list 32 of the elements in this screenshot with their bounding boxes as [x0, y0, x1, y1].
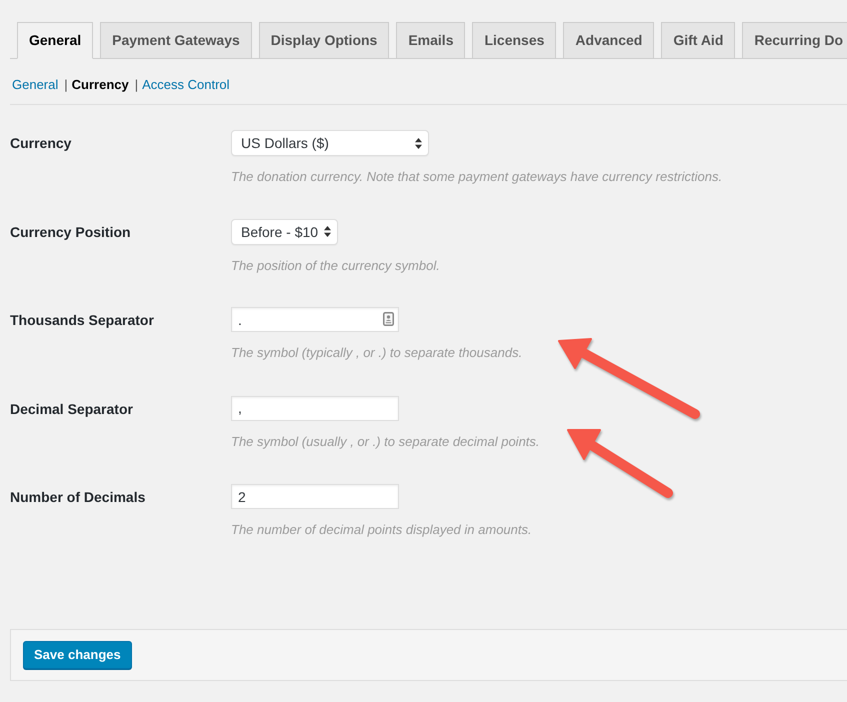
field-description: The symbol (usually , or .) to separate decimal points. [231, 432, 540, 450]
text-input[interactable]: . [231, 307, 399, 332]
text-input[interactable]: 2 [231, 484, 399, 509]
field-description: The donation currency. Note that some payment gateways have currency restrictions. [231, 168, 722, 186]
field-label: Thousands Separator [10, 311, 154, 330]
field-description: The symbol (typically , or .) to separate thousands. [231, 344, 522, 362]
subnav-link[interactable]: Currency [72, 76, 129, 94]
field-description: The position of the currency symbol. [231, 256, 440, 274]
dropdown-select[interactable]: Before - $10 [231, 218, 338, 244]
settings-tab[interactable]: Licenses [472, 22, 556, 59]
settings-tab[interactable]: Emails [396, 22, 466, 59]
settings-tab[interactable]: Advanced [563, 22, 654, 59]
settings-tab[interactable]: Gift Aid [661, 22, 736, 59]
subnav-divider: | [134, 76, 138, 94]
settings-tab[interactable]: Recurring Do [742, 22, 847, 59]
field-label: Decimal Separator [10, 400, 133, 419]
save-button[interactable]: Save changes [23, 640, 132, 668]
updown-arrows-icon [415, 138, 422, 148]
updown-arrows-icon [324, 226, 331, 237]
field-label: Currency [10, 134, 72, 153]
settings-tab[interactable]: Payment Gateways [100, 22, 252, 59]
contact-card-icon [383, 312, 394, 326]
subnav-link[interactable]: General [12, 76, 58, 94]
dropdown-select[interactable]: US Dollars ($) [231, 130, 429, 156]
settings-tab[interactable]: General [17, 22, 94, 59]
field-label: Currency Position [10, 222, 131, 242]
field-label: Number of Decimals [10, 488, 146, 507]
subnav-link[interactable]: Access Control [142, 76, 230, 94]
text-input[interactable]: , [231, 396, 399, 420]
field-description: The number of decimal points displayed in amounts. [231, 521, 532, 539]
subnav-divider: | [64, 76, 68, 94]
settings-tab[interactable]: Display Options [258, 22, 390, 59]
